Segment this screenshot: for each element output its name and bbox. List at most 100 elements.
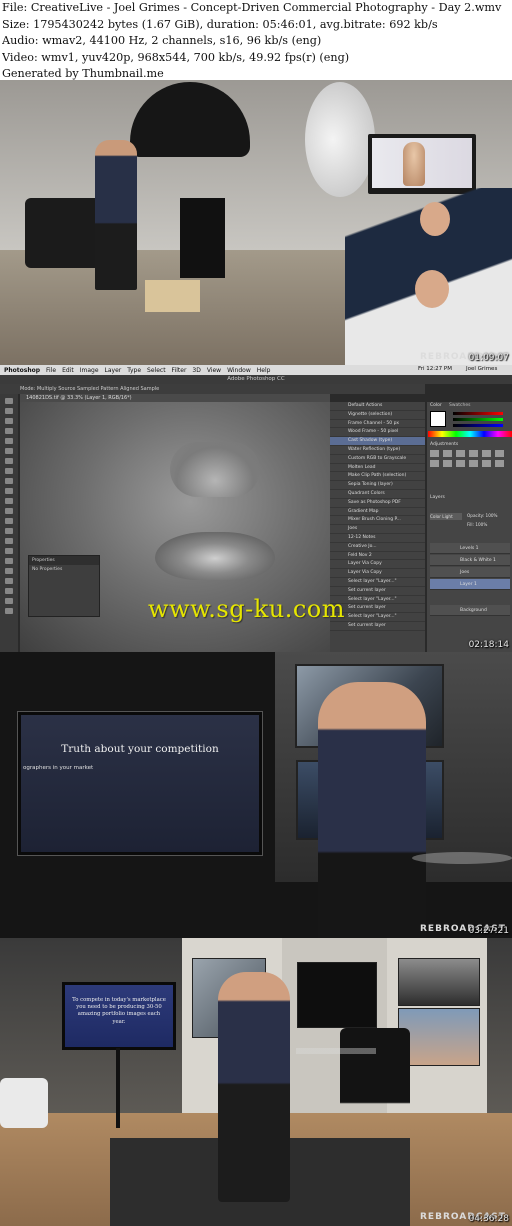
action-item[interactable]: Sepia Toning (layer) [330,481,425,490]
tool-icon[interactable] [5,398,13,404]
ps-menu-item[interactable]: Help [257,367,271,374]
panel-tab-swatches[interactable]: Swatches [449,403,471,408]
presenter-figure [318,682,426,938]
brightness-icon[interactable] [430,450,439,457]
tool-icon[interactable] [5,538,13,544]
action-item[interactable]: Layer Via Copy [330,569,425,578]
action-item[interactable]: Make Clip Path (selection) [330,472,425,482]
timestamp-4: 04:36:28 [468,1214,509,1224]
action-item[interactable]: Gradient Map [330,508,425,517]
ps-document-tab[interactable]: 140821DS.tif @ 33.3% (Layer 1, RGB/16*) [20,394,330,402]
levels-icon[interactable] [443,450,452,457]
audio-line: Audio: wmav2, 44100 Hz, 2 channels, s16,… [2,34,322,48]
tool-icon[interactable] [5,478,13,484]
tool-icon[interactable] [5,578,13,584]
tool-icon[interactable] [5,498,13,504]
color-picker[interactable] [430,411,446,427]
color-slider-red[interactable] [453,412,503,415]
adjustments-icon-grid [430,450,510,467]
action-item[interactable]: Select layer "Layer..." [330,578,425,587]
layer-fill[interactable]: Fill: 100% [467,522,487,527]
tool-icon[interactable] [5,458,13,464]
action-item[interactable]: Wood Frame - 50 pixel [330,428,425,438]
layer-row-background[interactable]: Background [430,605,510,616]
tool-icon[interactable] [5,568,13,574]
action-item[interactable]: Cast Shadow (type) [330,437,425,446]
action-item[interactable]: Creative Jo... [330,543,425,552]
ps-menu-item[interactable]: File [46,367,56,374]
layer-row-black-white[interactable]: Black & White 1 [430,555,510,566]
ps-menu-item[interactable]: Select [147,367,166,374]
tool-icon[interactable] [5,598,13,604]
layer-row-layer1[interactable]: Layer 1 [430,579,510,590]
tool-icon[interactable] [5,448,13,454]
exposure-icon[interactable] [469,450,478,457]
action-item[interactable]: Feld Nov 2 [330,552,425,561]
audience-head-1 [420,202,450,236]
curves-icon[interactable] [456,450,465,457]
action-item[interactable]: Layer Via Copy [330,560,425,570]
ps-menu-item[interactable]: Filter [172,367,187,374]
ps-menu-item[interactable]: Window [227,367,251,374]
tool-icon[interactable] [5,528,13,534]
action-item[interactable]: Custom RGB to Grayscale [330,455,425,464]
pub-table [296,1048,376,1208]
ps-menu-item[interactable]: Photoshop [4,367,40,374]
invert-icon[interactable] [495,460,504,467]
thumbnail-frame-2: Photoshop File Edit Image Layer Type Select Fil… [0,365,512,652]
ps-menu-item[interactable]: Type [127,367,141,374]
audience-head-2 [415,270,449,308]
color-lookup-icon[interactable] [482,460,491,467]
panel-tab-layers[interactable]: Layers [430,495,445,500]
tool-icon[interactable] [5,438,13,444]
channel-mixer-icon[interactable] [469,460,478,467]
monitor-portrait [403,142,425,186]
layer-row-group[interactable]: Joes [430,567,510,578]
action-item[interactable]: 12-12 Notes [330,534,425,543]
tool-icon[interactable] [5,468,13,474]
layer-opacity[interactable]: Opacity: 100% [467,513,498,518]
tool-icon[interactable] [5,548,13,554]
black-white-icon[interactable] [443,460,452,467]
layer-row-levels[interactable]: Levels 1 [430,543,510,554]
panel-tab-color[interactable]: Color [430,403,442,408]
action-item[interactable]: Joes [330,525,425,534]
action-item[interactable]: Frame Channel - 50 px [330,420,425,429]
tool-icon[interactable] [5,558,13,564]
tool-icon[interactable] [5,428,13,434]
action-item[interactable]: Vignette (selection) [330,411,425,420]
layer-blend-mode[interactable]: Color Light [430,513,462,520]
spectrum-bar[interactable] [428,431,512,437]
color-slider-blue[interactable] [453,424,503,427]
ps-menu-item[interactable]: Image [80,367,99,374]
tool-icon[interactable] [5,418,13,424]
tool-icon[interactable] [5,488,13,494]
tool-icon[interactable] [5,408,13,414]
ps-menu-item[interactable]: 3D [192,367,200,374]
properties-title: Properties [29,556,99,565]
tool-icon[interactable] [5,588,13,594]
action-item[interactable]: Molten Lead [330,464,425,473]
vibrance-icon[interactable] [482,450,491,457]
tool-icon[interactable] [5,518,13,524]
action-item[interactable]: Save as Photoshop PDF [330,499,425,508]
slide-text: ographers in your market [23,765,94,771]
action-item[interactable]: Water Reflection (type) [330,446,425,455]
ps-menu-item[interactable]: Layer [105,367,122,374]
action-item[interactable]: Set current layer [330,622,425,631]
ps-menu-item[interactable]: Edit [62,367,74,374]
tool-icon[interactable] [5,608,13,614]
ps-menu-item[interactable]: View [207,367,221,374]
color-balance-icon[interactable] [430,460,439,467]
ps-properties-panel: Properties No Properties [28,555,100,617]
action-item[interactable]: Mixer Brush Cloning P... [330,516,425,526]
ps-window-title: Adobe Photoshop CC [0,375,512,384]
action-item[interactable]: Quadrant Colors [330,490,425,499]
slide-title: Truth about your competition [61,743,219,755]
photo-filter-icon[interactable] [456,460,465,467]
color-slider-green[interactable] [453,418,503,421]
action-item[interactable]: Default Actions [330,402,425,411]
hue-icon[interactable] [495,450,504,457]
panel-tab-adjustments[interactable]: Adjustments [430,442,458,447]
tool-icon[interactable] [5,508,13,514]
